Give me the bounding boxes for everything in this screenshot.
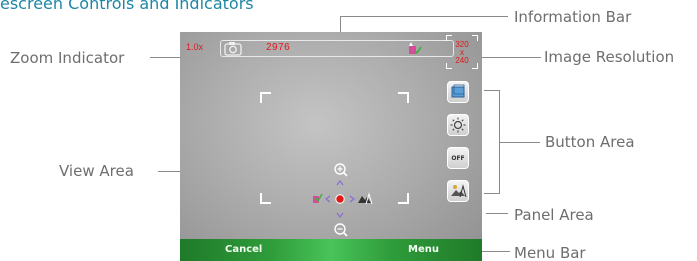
zoom-out-icon[interactable]: [334, 223, 348, 237]
menu-softkey[interactable]: Menu: [408, 244, 439, 255]
camera-screen: 1.0x 2976 320 x 240 OFF Cancel Menu: [180, 32, 482, 261]
right-arrow-icon: [349, 195, 355, 203]
storage-left-icon: [313, 193, 323, 203]
leader-zoom-indicator: [150, 57, 184, 58]
leader-information-bar-h: [340, 16, 508, 17]
menu-bar: Cancel Menu: [180, 239, 482, 261]
callout-panel-area: Panel Area: [514, 206, 594, 224]
camera-mode-icon[interactable]: [224, 41, 242, 56]
callout-view-area: View Area: [59, 162, 134, 180]
storage-memory-icon: [409, 42, 422, 55]
focus-frame-bottom-right: [398, 193, 409, 204]
scene-mode-icon: [451, 184, 467, 198]
focus-frame-top-right: [398, 92, 409, 103]
photo-mode-icon: [451, 84, 465, 98]
left-arrow-icon: [325, 195, 331, 203]
image-resolution-indicator[interactable]: 320 x 240: [446, 35, 478, 69]
callout-button-area: Button Area: [545, 133, 635, 151]
flash-off-label: OFF: [451, 155, 465, 162]
scene-mode-button[interactable]: [447, 180, 469, 202]
zoom-navigation-control[interactable]: [310, 161, 390, 241]
flash-off-button[interactable]: OFF: [447, 147, 469, 169]
photo-mode-button[interactable]: [447, 81, 469, 103]
leader-button-area-h: [500, 142, 540, 143]
scene-right-icon: [358, 192, 373, 205]
down-arrow-icon: [336, 212, 344, 218]
focus-frame-top-left: [260, 92, 271, 103]
shutter-center-icon[interactable]: [335, 194, 345, 204]
leader-view-area: [158, 171, 180, 172]
leader-button-area-bottom: [484, 193, 500, 194]
leader-button-area-v: [499, 90, 500, 194]
up-arrow-icon: [336, 180, 344, 186]
leader-button-area-top: [484, 90, 500, 91]
callout-information-bar: Information Bar: [514, 8, 632, 26]
zoom-in-icon[interactable]: [334, 163, 348, 177]
brightness-button[interactable]: [447, 114, 469, 136]
shot-count: 2976: [266, 42, 291, 53]
callout-image-resolution: Image Resolution: [544, 48, 675, 66]
leader-image-resolution: [481, 57, 541, 58]
zoom-value: 1.0x: [186, 42, 204, 52]
focus-frame-bottom-left: [260, 193, 271, 204]
brightness-icon: [450, 117, 466, 133]
callout-menu-bar: Menu Bar: [514, 244, 586, 261]
section-heading: escreen Controls and Indicators: [0, 0, 254, 13]
leader-panel-area: [486, 213, 508, 214]
callout-zoom-indicator: Zoom Indicator: [10, 49, 125, 67]
cancel-softkey[interactable]: Cancel: [225, 244, 262, 255]
resolution-height: 240: [455, 56, 469, 65]
